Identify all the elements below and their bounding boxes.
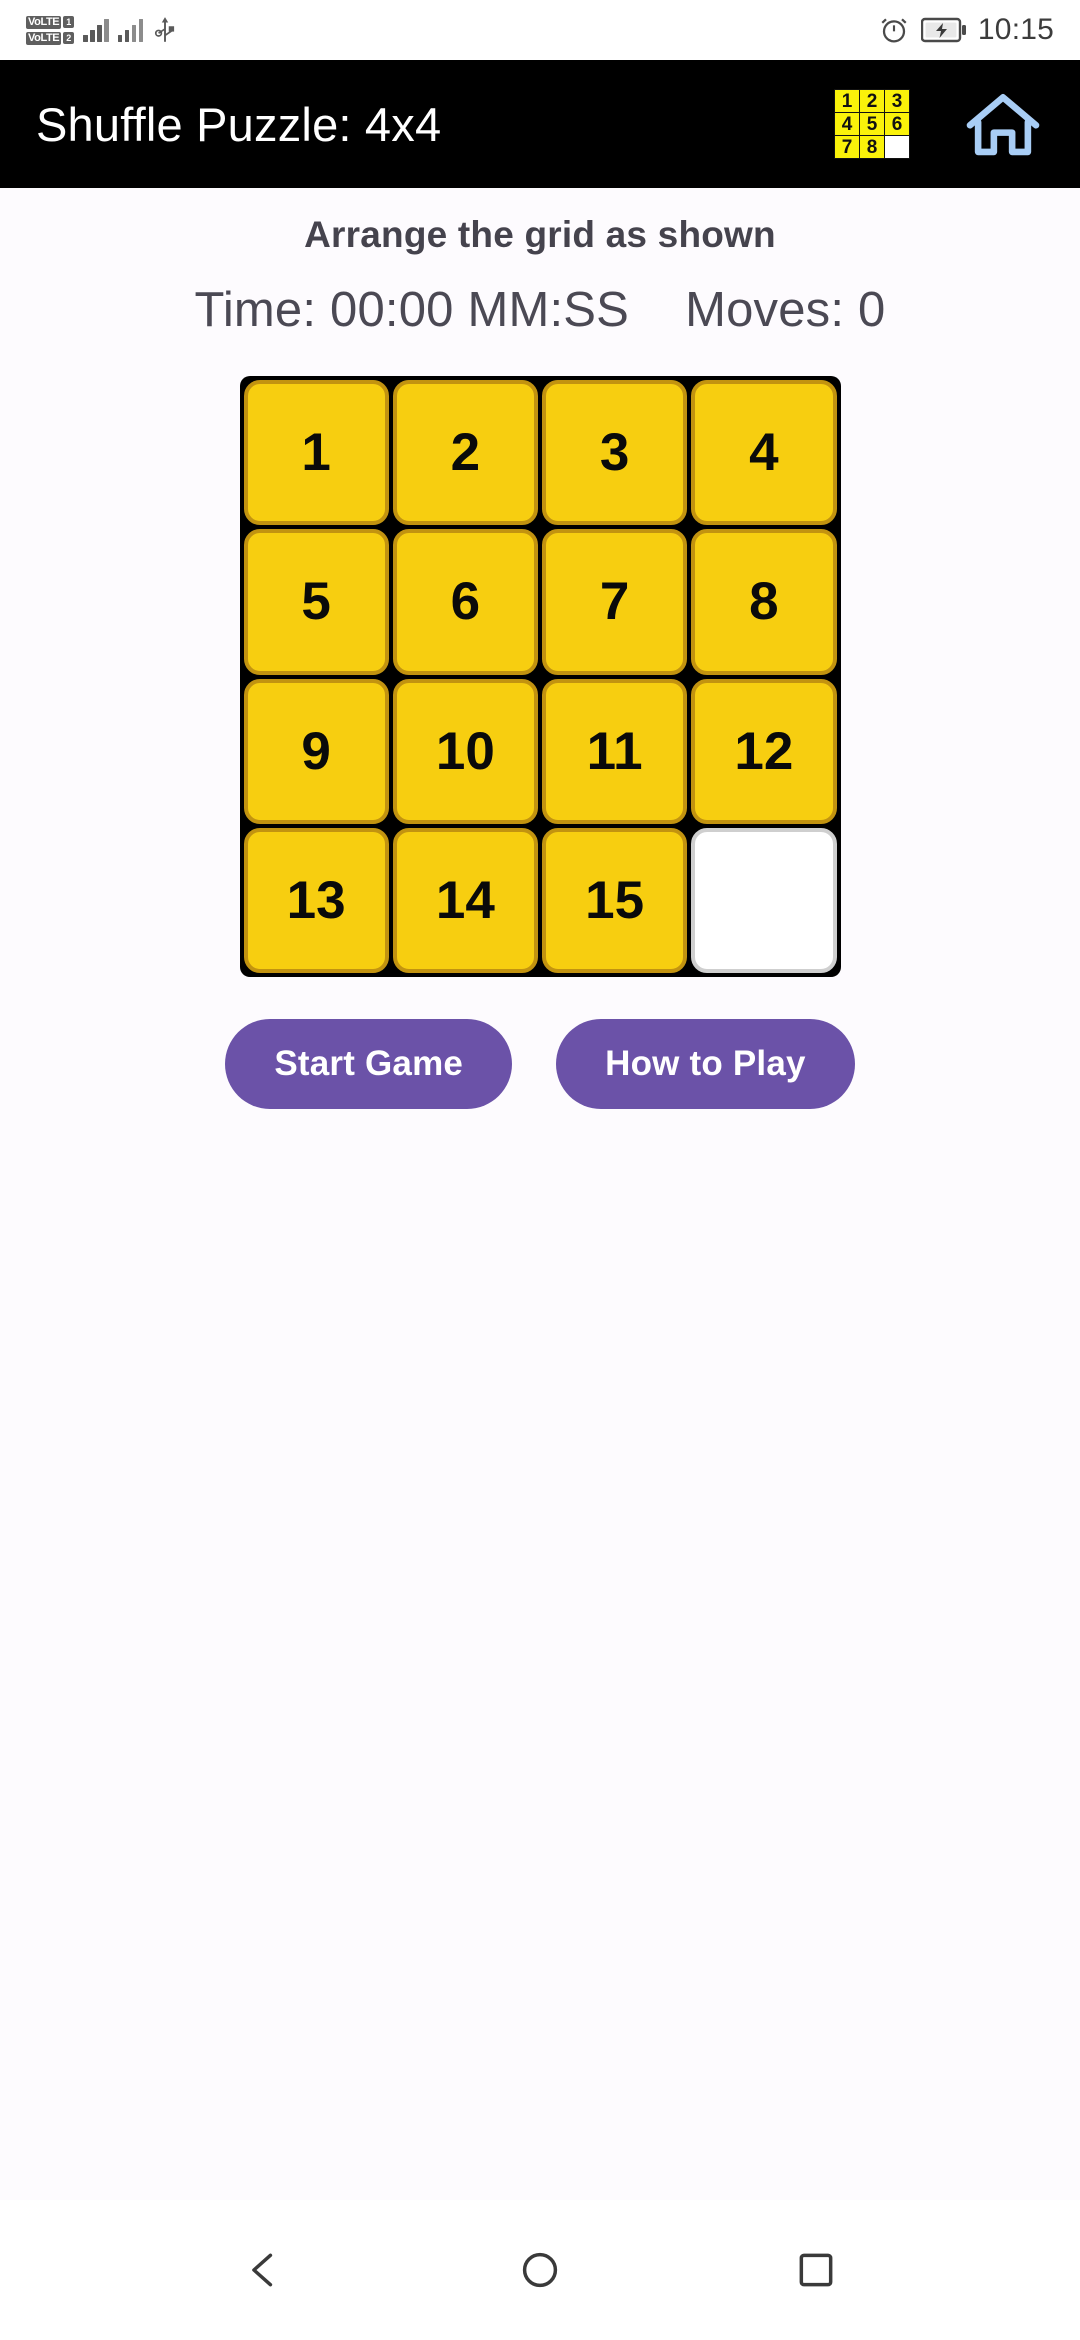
signal-strength-icon-2: [117, 18, 144, 42]
usb-icon: [155, 17, 175, 42]
puzzle-tile[interactable]: 11: [542, 678, 688, 824]
puzzle-tile[interactable]: 10: [392, 678, 538, 824]
volte-indicators: VoLTE 1 VoLTE 2: [26, 15, 75, 45]
mini-cell: 6: [885, 113, 909, 135]
puzzle-tile[interactable]: 14: [392, 827, 538, 973]
start-game-button[interactable]: Start Game: [225, 1019, 513, 1109]
stats-row: Time: 00:00 MM:SS Moves: 0: [195, 282, 886, 338]
phone-screen: VoLTE 1 VoLTE 2 10:15 Shuffle Puzzle: 4x…: [0, 0, 1080, 2340]
mini-cell: 3: [885, 90, 909, 112]
status-bar: VoLTE 1 VoLTE 2 10:15: [0, 0, 1080, 60]
puzzle-tile[interactable]: 7: [542, 529, 688, 675]
alarm-clock-icon: [881, 18, 907, 43]
puzzle-tile-blank[interactable]: [691, 827, 837, 973]
puzzle-grid-icon[interactable]: 1 2 3 4 5 6 7 8: [834, 89, 910, 159]
volte-sim2: VoLTE 2: [26, 31, 75, 45]
status-bar-left: VoLTE 1 VoLTE 2: [26, 15, 178, 45]
recents-square-icon[interactable]: [788, 2242, 844, 2298]
how-to-play-button[interactable]: How to Play: [556, 1019, 855, 1109]
puzzle-tile[interactable]: 15: [542, 827, 688, 973]
mini-cell: 8: [860, 136, 884, 158]
puzzle-tile[interactable]: 8: [691, 529, 837, 675]
puzzle-tile[interactable]: 13: [243, 827, 389, 973]
clock-time: 10:15: [977, 13, 1054, 46]
main-content: Arrange the grid as shown Time: 00:00 MM…: [0, 188, 1080, 2200]
puzzle-board[interactable]: 1 2 3 4 5 6 7 8 9 10 11 12 13 14 15: [239, 376, 841, 977]
sim2-number: 2: [63, 32, 75, 44]
timer-label: Time: 00:00 MM:SS: [194, 283, 630, 337]
puzzle-tile[interactable]: 2: [392, 380, 538, 526]
mini-cell-blank: [885, 136, 909, 158]
volte-label-icon: VoLTE: [26, 15, 62, 29]
puzzle-tile[interactable]: 5: [243, 529, 389, 675]
puzzle-tile[interactable]: 3: [542, 380, 688, 526]
page-title: Shuffle Puzzle: 4x4: [36, 97, 442, 151]
puzzle-tile[interactable]: 9: [243, 678, 389, 824]
back-triangle-icon[interactable]: [236, 2242, 292, 2298]
mini-cell: 1: [835, 90, 859, 112]
puzzle-tile[interactable]: 4: [691, 380, 837, 526]
battery-charging-icon: [920, 17, 966, 43]
volte-sim1: VoLTE 1: [26, 15, 75, 29]
puzzle-tile[interactable]: 6: [392, 529, 538, 675]
puzzle-tile[interactable]: 12: [691, 678, 837, 824]
puzzle-tile[interactable]: 1: [243, 380, 389, 526]
home-icon[interactable]: [962, 91, 1044, 157]
moves-label: Moves: 0: [685, 283, 886, 337]
app-bar: Shuffle Puzzle: 4x4 1 2 3 4 5 6 7 8: [0, 60, 1080, 188]
signal-strength-icon-1: [83, 18, 109, 42]
mini-cell: 4: [835, 113, 859, 135]
mini-cell: 5: [860, 113, 884, 135]
app-bar-actions: 1 2 3 4 5 6 7 8: [834, 89, 1044, 159]
status-bar-right: 10:15: [878, 13, 1054, 47]
action-buttons: Start Game How to Play: [225, 1019, 855, 1109]
instruction-text: Arrange the grid as shown: [304, 214, 776, 255]
sim1-number: 1: [63, 16, 75, 28]
mini-cell: 2: [860, 90, 884, 112]
mini-cell: 7: [835, 136, 859, 158]
home-circle-icon[interactable]: [512, 2242, 568, 2298]
system-navigation-bar: [0, 2200, 1080, 2340]
volte-label-icon-2: VoLTE: [26, 31, 62, 45]
